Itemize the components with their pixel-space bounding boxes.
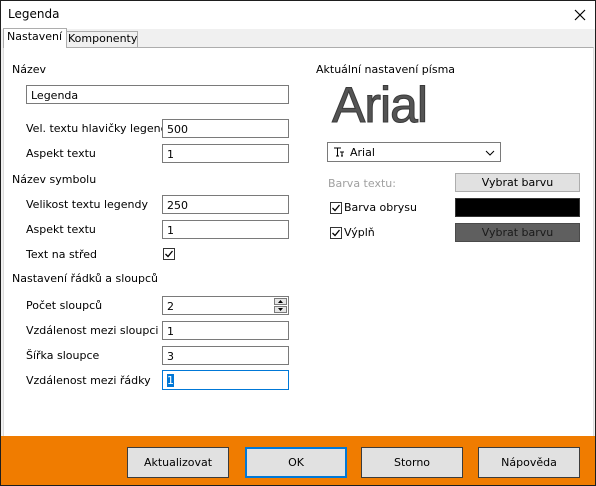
tab-settings[interactable]: Nastavení xyxy=(3,28,67,48)
header-text-size-label: Vel. textu hlavičky legendy xyxy=(26,122,175,135)
title-bar: Legenda xyxy=(1,1,595,29)
arrow-up-icon xyxy=(278,300,283,303)
text-color-label: Barva textu: xyxy=(328,177,396,190)
column-count-label: Počet sloupců xyxy=(26,299,103,312)
column-width-label: Šířka sloupce xyxy=(26,349,100,362)
header-text-aspect-input[interactable]: 1 xyxy=(162,144,289,163)
text-color-button[interactable]: Vybrat barvu xyxy=(455,173,580,192)
outline-color-checkbox[interactable] xyxy=(330,202,342,214)
dialog-footer: Aktualizovat OK Storno Nápověda xyxy=(1,436,595,485)
tab-strip: Nastavení Komponenty xyxy=(1,28,595,48)
column-gap-label: Vzdálenost mezi sloupci xyxy=(26,324,159,337)
window-title: Legenda xyxy=(8,7,60,21)
row-gap-label: Vzdálenost mezi řádky xyxy=(26,374,151,387)
checkmark-icon xyxy=(332,229,341,237)
arrow-down-icon xyxy=(278,308,283,311)
close-icon xyxy=(574,9,586,21)
center-text-checkbox[interactable] xyxy=(163,248,175,260)
symbol-text-aspect-label: Aspekt textu xyxy=(26,223,96,236)
close-button[interactable] xyxy=(566,2,594,28)
column-count-stepper[interactable]: 2 xyxy=(162,296,289,315)
row-gap-value: 1 xyxy=(167,374,174,387)
checkmark-icon xyxy=(332,204,341,212)
name-heading: Název xyxy=(12,63,47,76)
legend-text-size-input[interactable]: 250 xyxy=(162,195,289,214)
decrement-button[interactable] xyxy=(274,306,287,313)
column-count-spinner[interactable] xyxy=(274,298,287,313)
fill-color-button[interactable]: Vybrat barvu xyxy=(455,223,580,242)
row-gap-input[interactable]: 1 xyxy=(162,370,289,390)
column-count-value: 2 xyxy=(167,300,174,313)
cancel-button[interactable]: Storno xyxy=(361,447,463,478)
font-type-icon xyxy=(334,147,344,157)
font-select-value: Arial xyxy=(350,146,375,159)
help-button[interactable]: Nápověda xyxy=(478,447,580,478)
legend-dialog: Legenda Nastavení Komponenty Název Legen… xyxy=(0,0,596,486)
fill-checkbox[interactable] xyxy=(330,227,342,239)
column-gap-input[interactable]: 1 xyxy=(162,321,289,340)
center-text-label: Text na střed xyxy=(26,248,98,261)
header-text-aspect-label: Aspekt textu xyxy=(26,147,96,160)
symbol-name-heading: Název symbolu xyxy=(12,173,97,186)
legend-text-size-label: Velikost textu legendy xyxy=(26,198,149,211)
outline-color-swatch[interactable] xyxy=(455,198,580,217)
font-settings-heading: Aktuální nastavení písma xyxy=(316,63,456,76)
settings-panel: Název Legenda Vel. textu hlavičky legend… xyxy=(3,47,594,437)
symbol-text-aspect-input[interactable]: 1 xyxy=(162,220,289,239)
outline-color-label: Barva obrysu xyxy=(344,201,418,214)
header-text-size-input[interactable]: 500 xyxy=(162,119,289,138)
rows-cols-heading: Nastavení řádků a sloupců xyxy=(12,272,159,285)
ok-button[interactable]: OK xyxy=(245,447,347,478)
legend-name-input[interactable]: Legenda xyxy=(26,85,289,104)
increment-button[interactable] xyxy=(274,298,287,305)
fill-label: Výplň xyxy=(344,226,375,239)
update-button[interactable]: Aktualizovat xyxy=(127,447,229,478)
font-select[interactable]: Arial xyxy=(327,142,501,162)
column-width-input[interactable]: 3 xyxy=(162,346,289,365)
checkmark-icon xyxy=(165,250,174,258)
chevron-down-icon xyxy=(485,150,495,156)
tab-components[interactable]: Komponenty xyxy=(64,31,138,47)
font-preview: Arial xyxy=(331,77,428,134)
